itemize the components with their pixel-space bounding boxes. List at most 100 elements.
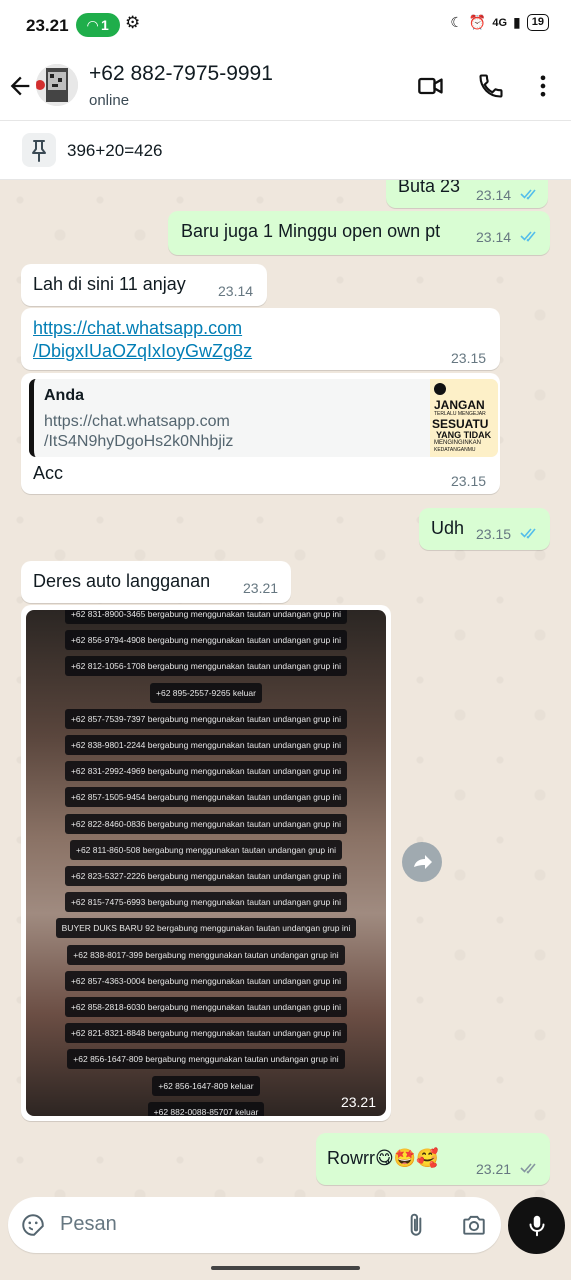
image-system-text: BUYER DUKS BARU 92 bergabung menggunakan…	[55, 918, 357, 939]
contact-name[interactable]: +62 882-7975-9991	[89, 62, 273, 86]
message-bubble-outgoing[interactable]: Rowrr😋🤩🥰 23.21	[316, 1133, 550, 1185]
pinned-message-bar[interactable]: 396+20=426	[0, 121, 571, 180]
message-time: 23.21	[243, 580, 279, 596]
hotspot-badge: ◠ 1	[76, 13, 120, 37]
status-bar: 23.21 ◠ 1 ⚙ ☾ ⏰ 4G ▮ 19	[0, 0, 571, 50]
thumb-text-4: YANG TIDAK	[436, 430, 492, 440]
image-system-text: +62 858-2818-6030 bergabung menggunakan …	[64, 997, 348, 1017]
phone-icon[interactable]	[477, 72, 505, 100]
image-message[interactable]: +62 831-8900-3465 bergabung menggunakan …	[26, 610, 386, 1116]
message-bubble-incoming[interactable]: Lah di sini 11 anjay 23.14	[21, 264, 267, 306]
image-system-text: +62 831-2992-4969 bergabung menggunakan …	[64, 761, 348, 782]
message-text: Baru juga 1 Minggu open own pt	[181, 221, 441, 241]
message-input[interactable]: Pesan	[60, 1213, 117, 1236]
message-time: 23.14	[476, 187, 512, 203]
signal-bars-icon: ▮	[513, 14, 521, 30]
message-bubble-outgoing[interactable]: Buta 23 23.14	[386, 180, 548, 208]
contact-status: online	[89, 92, 130, 109]
message-text: Buta 23	[398, 180, 461, 196]
read-ticks-icon	[520, 189, 536, 200]
image-system-text: +62 857-1505-9454 bergabung menggunakan …	[64, 787, 348, 808]
message-time: 23.21	[476, 1161, 512, 1177]
moon-icon: ☾	[450, 14, 463, 30]
image-system-text: +62 822-8460-0836 bergabung menggunakan …	[64, 813, 348, 834]
image-system-line: +62 856-9794-4908 bergabung menggunakan …	[26, 630, 386, 651]
image-system-text: +62 856-1647-809 keluar	[152, 1075, 260, 1096]
sticker-icon[interactable]	[20, 1212, 46, 1238]
image-system-line: +62 895-2557-9265 keluar	[26, 682, 386, 703]
image-system-text: +62 856-9794-4908 bergabung menggunakan …	[64, 630, 348, 651]
home-indicator[interactable]	[211, 1266, 360, 1270]
message-time: 23.15	[451, 473, 487, 489]
image-system-line: +62 857-7539-7397 bergabung menggunakan …	[26, 708, 386, 729]
message-time: 23.15	[476, 526, 512, 542]
more-vert-icon[interactable]	[529, 72, 557, 100]
message-text: Acc	[33, 463, 64, 483]
forward-button[interactable]	[402, 842, 442, 882]
message-bubble-incoming[interactable]: Deres auto langganan 23.21	[21, 561, 291, 603]
image-system-text: +62 821-8321-8848 bergabung menggunakan …	[64, 1023, 348, 1044]
pinned-text: 396+20=426	[67, 141, 163, 160]
quote-link-line-1: https://chat.whatsapp.com	[44, 413, 230, 430]
message-text: Udh	[431, 518, 465, 538]
quote-author: Anda	[44, 387, 84, 404]
thumb-text-6: KEDATANGANMU	[434, 447, 476, 453]
pin-icon	[22, 133, 56, 167]
image-system-text: +62 857-7539-7397 bergabung menggunakan …	[64, 708, 348, 729]
message-bubble-incoming[interactable]: https://chat.whatsapp.com /DbigxIUaOZqIx…	[21, 308, 500, 370]
chat-area[interactable]: Buta 23 23.14 Baru juga 1 Minggu open ow…	[0, 180, 571, 1200]
message-text: Lah di sini 11 anjay	[33, 274, 186, 294]
image-system-line: +62 857-4363-0004 bergabung menggunakan …	[26, 970, 386, 991]
message-text: Deres auto langganan	[33, 571, 211, 591]
link-line-1[interactable]: https://chat.whatsapp.com	[33, 316, 242, 341]
image-system-line: BUYER DUKS BARU 92 bergabung menggunakan…	[26, 918, 386, 939]
image-system-text: +62 838-8017-399 bergabung menggunakan t…	[67, 944, 345, 965]
image-system-line: +62 821-8321-8848 bergabung menggunakan …	[26, 1023, 386, 1044]
video-call-icon[interactable]	[417, 72, 445, 100]
image-system-line: +62 811-860-508 bergabung menggunakan ta…	[26, 839, 386, 860]
image-system-line: +62 858-2818-6030 bergabung menggunakan …	[26, 997, 386, 1017]
image-system-line: +62 856-1647-809 keluar	[26, 1075, 386, 1096]
image-system-line: +62 812-1056-1708 bergabung menggunakan …	[26, 656, 386, 677]
image-system-line: +62 823-5327-2226 bergabung menggunakan …	[26, 866, 386, 886]
image-system-line: +62 838-9801-2244 bergabung menggunakan …	[26, 735, 386, 755]
read-ticks-icon	[520, 528, 536, 539]
image-system-text: +62 856-1647-809 bergabung menggunakan t…	[67, 1049, 345, 1070]
quoted-message[interactable]: Anda https://chat.whatsapp.com /ItS4N9hy…	[29, 379, 498, 457]
message-bubble-outgoing[interactable]: Baru juga 1 Minggu open own pt 23.14	[168, 211, 550, 255]
image-system-line: +62 857-1505-9454 bergabung menggunakan …	[26, 787, 386, 808]
avatar[interactable]	[36, 64, 78, 106]
gear-icon: ⚙	[125, 13, 141, 32]
message-time: 23.14	[218, 283, 254, 299]
image-system-text: +62 831-8900-3465 bergabung menggunakan …	[64, 610, 348, 624]
image-system-line: +62 822-8460-0836 bergabung menggunakan …	[26, 813, 386, 834]
message-time: 23.15	[451, 350, 487, 366]
image-system-text: +62 857-4363-0004 bergabung menggunakan …	[64, 970, 348, 991]
thumb-text-3: SESUATU	[432, 417, 489, 431]
message-time: 23.14	[476, 229, 512, 245]
mic-icon	[529, 1215, 545, 1237]
signal-icon: 4G	[492, 16, 508, 29]
image-system-line: +62 838-8017-399 bergabung menggunakan t…	[26, 944, 386, 965]
message-bubble-incoming-reply[interactable]: Anda https://chat.whatsapp.com /ItS4N9hy…	[21, 373, 500, 494]
image-time: 23.21	[340, 1094, 376, 1110]
message-composer[interactable]: Pesan	[8, 1197, 501, 1253]
image-system-line: +62 831-8900-3465 bergabung menggunakan …	[26, 610, 386, 624]
status-icons: ☾ ⏰ 4G ▮ 19	[450, 14, 549, 31]
chat-header: +62 882-7975-9991 online	[0, 50, 571, 121]
back-arrow-icon[interactable]	[6, 72, 34, 100]
camera-icon[interactable]	[460, 1212, 488, 1238]
hotspot-count: 1	[100, 17, 109, 33]
image-system-line: +62 856-1647-809 bergabung menggunakan t…	[26, 1049, 386, 1070]
attach-icon[interactable]	[403, 1212, 429, 1238]
thumb-text-1: JANGAN	[434, 398, 485, 412]
thumb-text-5: MENGINGINKAN	[434, 440, 482, 446]
image-system-text: +62 838-9801-2244 bergabung menggunakan …	[64, 735, 348, 755]
image-system-text: +62 882-0088-85707 keluar	[147, 1101, 265, 1116]
image-system-text: +62 811-860-508 bergabung menggunakan ta…	[69, 839, 343, 860]
mic-button[interactable]	[508, 1197, 565, 1254]
link-line-2[interactable]: /DbigxIUaOZqIxIoyGwZg8z	[33, 339, 252, 364]
message-bubble-outgoing[interactable]: Udh 23.15	[419, 508, 550, 550]
delivered-ticks-icon	[520, 1163, 536, 1174]
image-system-text: +62 895-2557-9265 keluar	[150, 682, 262, 703]
